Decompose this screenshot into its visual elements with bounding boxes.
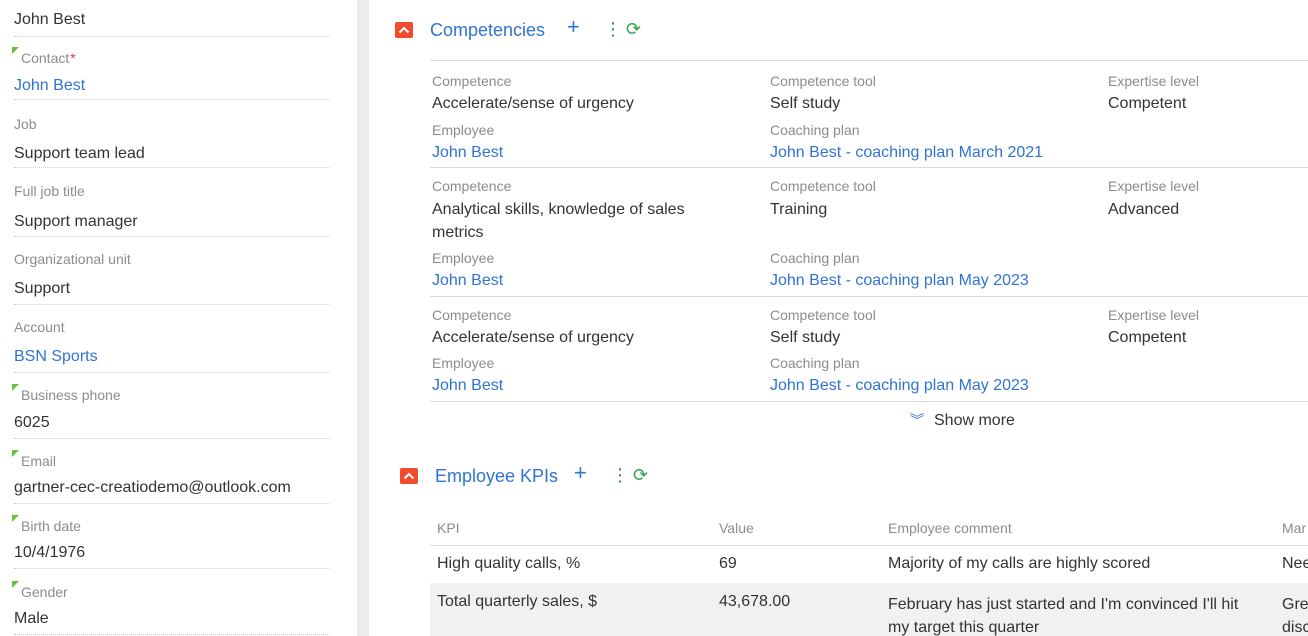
gender-label: Gender	[21, 584, 68, 600]
competence-tool-value: Training	[770, 201, 828, 218]
employee-label: Employee	[432, 355, 495, 371]
job-label: Job	[14, 116, 37, 132]
competence-label: Competence	[432, 307, 512, 323]
value-column-header[interactable]: Value	[719, 520, 754, 536]
competence-tool-value: Self study	[770, 329, 841, 346]
full-job-title-field[interactable]: Full job title Support manager	[14, 180, 330, 237]
job-field[interactable]: Job Support team lead	[14, 112, 330, 168]
email-label: Email	[21, 453, 57, 469]
expertise-level-value: Advanced	[1108, 201, 1180, 218]
kpi-manager-comment-cell: Gre disc	[1282, 596, 1308, 636]
kpis-title[interactable]: Employee KPIs	[435, 466, 558, 487]
expertise-level-value: Competent	[1108, 329, 1187, 346]
show-more-button[interactable]: ︾ Show more	[910, 410, 1015, 430]
competence-label: Competence	[432, 73, 512, 89]
record-divider	[430, 401, 1308, 402]
coaching-plan-link[interactable]: John Best - coaching plan May 2023	[770, 272, 1029, 290]
employee-link[interactable]: John Best	[432, 144, 503, 162]
top-name-value: John Best	[14, 11, 86, 28]
employee-link[interactable]: John Best	[432, 377, 503, 395]
competencies-collapse-button[interactable]	[395, 22, 413, 38]
contact-field[interactable]: Contact* John Best	[12, 44, 330, 100]
organizational-unit-field[interactable]: Organizational unit Support	[14, 248, 330, 305]
kpi-column-header[interactable]: KPI	[437, 520, 460, 536]
contact-value-link[interactable]: John Best	[14, 77, 85, 95]
competence-tool-label: Competence tool	[770, 73, 876, 89]
competence-tool-value: Self study	[770, 95, 841, 112]
vertical-dots-icon[interactable]: ⋮	[611, 466, 629, 484]
employee-label: Employee	[432, 122, 495, 138]
vertical-dots-icon[interactable]: ⋮	[604, 20, 622, 38]
contact-label: Contact*	[21, 50, 76, 66]
plus-icon[interactable]: +	[567, 16, 580, 38]
kpis-collapse-button[interactable]	[400, 468, 418, 484]
full-job-title-label: Full job title	[14, 183, 85, 199]
account-field[interactable]: Account BSN Sports	[14, 316, 330, 373]
organizational-unit-label: Organizational unit	[14, 251, 131, 267]
gender-field[interactable]: Gender Male	[12, 579, 330, 635]
business-phone-field[interactable]: Business phone 6025	[12, 382, 330, 439]
competencies-header-divider	[430, 60, 1308, 61]
expertise-level-label: Expertise level	[1108, 73, 1200, 89]
full-job-title-value: Support manager	[14, 213, 138, 230]
birth-date-value: 10/4/1976	[14, 544, 86, 561]
competence-label: Competence	[432, 178, 512, 194]
kpi-employee-comment-cell: February has just started and I'm convin…	[888, 596, 1239, 636]
employee-link[interactable]: John Best	[432, 272, 503, 290]
employee-label: Employee	[432, 250, 495, 266]
birth-date-field[interactable]: Birth date 10/4/1976	[12, 513, 330, 569]
kpi-employee-comment-cell: Majority of my calls are highly scored	[888, 555, 1151, 572]
coaching-plan-label: Coaching plan	[770, 355, 860, 371]
plus-icon[interactable]: +	[574, 462, 587, 484]
gender-value: Male	[14, 610, 49, 627]
kpi-value-cell: 43,678.00	[719, 593, 791, 610]
business-phone-label: Business phone	[21, 387, 121, 403]
top-name-field[interactable]: John Best	[14, 0, 330, 37]
competencies-title[interactable]: Competencies	[430, 20, 545, 41]
account-label: Account	[14, 319, 65, 335]
record-divider	[430, 296, 1308, 297]
organizational-unit-value: Support	[14, 280, 71, 297]
account-value-link[interactable]: BSN Sports	[14, 348, 98, 366]
coaching-plan-link[interactable]: John Best - coaching plan March 2021	[770, 144, 1043, 162]
kpi-name-cell: Total quarterly sales, $	[437, 593, 598, 610]
birth-date-label: Birth date	[21, 518, 81, 534]
coaching-plan-label: Coaching plan	[770, 122, 860, 138]
competence-value: Accelerate/sense of urgency	[432, 95, 634, 112]
manager-comment-column-header[interactable]: Mar	[1282, 520, 1306, 536]
competence-value: Analytical skills, knowledge of sales me…	[432, 201, 685, 241]
competence-tool-label: Competence tool	[770, 307, 876, 323]
job-value: Support team lead	[14, 145, 145, 162]
kpi-name-cell: High quality calls, %	[437, 555, 581, 572]
coaching-plan-link[interactable]: John Best - coaching plan May 2023	[770, 377, 1029, 395]
chevron-up-icon	[398, 26, 410, 34]
employee-comment-column-header[interactable]: Employee comment	[888, 520, 1012, 536]
double-chevron-down-icon: ︾	[910, 412, 924, 428]
panel-divider[interactable]	[357, 0, 369, 636]
expertise-level-label: Expertise level	[1108, 307, 1200, 323]
email-field[interactable]: Email gartner-cec-creatiodemo@outlook.co…	[12, 448, 330, 504]
email-value: gartner-cec-creatiodemo@outlook.com	[14, 479, 291, 496]
show-more-label: Show more	[934, 412, 1015, 429]
expertise-level-value: Competent	[1108, 95, 1187, 112]
competence-value: Accelerate/sense of urgency	[432, 329, 634, 346]
business-phone-value: 6025	[14, 414, 50, 431]
contact-details-panel: John Best Contact* John Best Job Support…	[0, 0, 357, 636]
kpi-manager-comment-cell: Nee	[1282, 555, 1308, 572]
refresh-icon[interactable]: ⟳	[626, 20, 641, 38]
kpi-value-cell: 69	[719, 555, 737, 572]
competence-tool-label: Competence tool	[770, 178, 876, 194]
coaching-plan-label: Coaching plan	[770, 250, 860, 266]
refresh-icon[interactable]: ⟳	[633, 466, 648, 484]
expertise-level-label: Expertise level	[1108, 178, 1200, 194]
chevron-up-icon	[403, 472, 415, 480]
record-divider	[430, 167, 1308, 168]
